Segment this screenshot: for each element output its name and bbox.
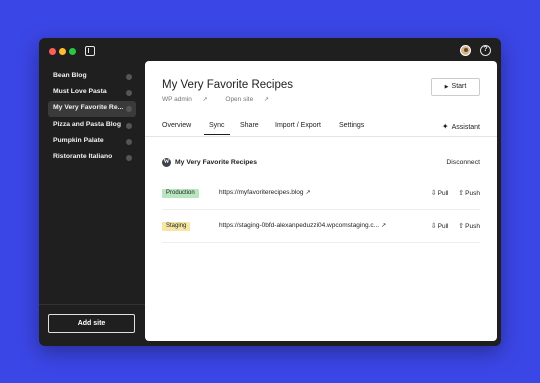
external-link-icon: ↗	[381, 223, 387, 229]
push-label: Push	[465, 190, 480, 197]
page-title: My Very Favorite Recipes	[162, 79, 294, 91]
wp-admin-label: WP admin	[162, 96, 192, 103]
tab-import-export[interactable]: Import / Export	[275, 122, 321, 129]
sparkle-icon: ✦	[441, 122, 449, 131]
environment-row-staging: Staging https://staging-0bfd-alexanpeduz…	[162, 222, 480, 236]
cloud-download-icon: ⇩	[430, 223, 437, 230]
play-icon: ▶	[444, 84, 449, 90]
sidebar-item-pumpkin-palate[interactable]: Pumpkin Palate	[48, 134, 136, 150]
connected-site-label: My Very Favorite Recipes	[175, 159, 257, 166]
close-window-button[interactable]	[49, 48, 56, 55]
sidebar-item-label: Must Love Pasta	[53, 88, 107, 95]
tab-sync[interactable]: Sync	[204, 122, 230, 135]
environment-row-production: Production https://myfavoriterecipes.blo…	[162, 189, 480, 203]
main-panel: My Very Favorite Recipes WP admin ↗ Open…	[145, 61, 497, 341]
start-button[interactable]: ▶ Start	[431, 78, 480, 96]
sidebar-item-label: Pumpkin Palate	[53, 137, 104, 144]
environment-actions: ⇩Pull ⇧Push	[423, 222, 480, 230]
tabs-divider	[145, 136, 497, 137]
open-site-label: Open site	[225, 96, 254, 103]
wp-admin-link[interactable]: WP admin ↗	[162, 96, 216, 103]
environment-actions: ⇩Pull ⇧Push	[423, 189, 480, 197]
sidebar: Bean Blog Must Love Pasta My Very Favori…	[39, 64, 145, 346]
help-icon[interactable]: ?	[480, 45, 491, 56]
avatar[interactable]	[460, 45, 471, 56]
pull-label: Pull	[437, 223, 449, 230]
tab-settings[interactable]: Settings	[339, 122, 364, 129]
sidebar-item-label: Pizza and Pasta Blog	[53, 121, 121, 128]
push-button[interactable]: ⇧Push	[458, 223, 480, 230]
sidebar-item-must-love-pasta[interactable]: Must Love Pasta	[48, 85, 136, 101]
assistant-button[interactable]: ✦ Assistant	[442, 122, 480, 131]
site-status-dot	[126, 155, 132, 161]
external-link-icon: ↗	[305, 190, 311, 196]
sidebar-item-label: My Very Favorite Re...	[53, 104, 124, 111]
tab-share[interactable]: Share	[240, 122, 259, 129]
environment-badge: Production	[162, 189, 199, 198]
wordpress-icon: W	[162, 158, 171, 167]
environment-badge: Staging	[162, 222, 191, 231]
site-status-dot	[126, 123, 132, 129]
sidebar-item-ristorante-italiano[interactable]: Ristorante Italiano	[48, 150, 136, 166]
minimize-window-button[interactable]	[59, 48, 66, 55]
row-divider	[162, 242, 480, 243]
add-site-button[interactable]: Add site	[48, 314, 135, 333]
start-label: Start	[451, 83, 467, 90]
cloud-download-icon: ⇩	[430, 190, 437, 197]
assistant-label: Assistant	[451, 124, 480, 131]
environment-url: https://staging-0bfd-alexanpeduzzi04.wpc…	[219, 222, 380, 229]
site-status-dot	[126, 139, 132, 145]
site-status-dot	[126, 90, 132, 96]
sidebar-toggle-icon[interactable]	[85, 46, 95, 56]
sidebar-item-label: Bean Blog	[53, 72, 87, 79]
external-link-icon: ↗	[262, 97, 269, 103]
external-link-icon: ↗	[200, 97, 208, 103]
app-window: ? Bean Blog Must Love Pasta My Very Favo…	[39, 38, 501, 346]
sidebar-item-pizza-and-pasta-blog[interactable]: Pizza and Pasta Blog	[48, 118, 136, 134]
environment-url-link[interactable]: https://staging-0bfd-alexanpeduzzi04.wpc…	[219, 222, 386, 229]
site-status-dot	[126, 106, 132, 112]
open-site-link[interactable]: Open site ↗	[225, 96, 277, 103]
tab-overview[interactable]: Overview	[162, 122, 191, 129]
site-status-dot	[126, 74, 132, 80]
site-links: WP admin ↗ Open site ↗	[162, 96, 285, 103]
pull-button[interactable]: ⇩Pull	[431, 223, 449, 230]
sidebar-item-bean-blog[interactable]: Bean Blog	[48, 69, 136, 85]
cloud-upload-icon: ⇧	[458, 223, 465, 230]
pull-button[interactable]: ⇩Pull	[431, 190, 449, 197]
sidebar-item-label: Ristorante Italiano	[53, 153, 113, 160]
disconnect-button[interactable]: Disconnect	[446, 159, 480, 166]
environment-url-link[interactable]: https://myfavoriterecipes.blog ↗	[219, 189, 311, 196]
row-divider	[162, 209, 480, 210]
environment-url: https://myfavoriterecipes.blog	[219, 189, 304, 196]
cloud-upload-icon: ⇧	[458, 190, 465, 197]
sidebar-divider	[39, 304, 145, 305]
push-label: Push	[465, 223, 480, 230]
pull-label: Pull	[437, 190, 449, 197]
push-button[interactable]: ⇧Push	[458, 190, 480, 197]
zoom-window-button[interactable]	[69, 48, 76, 55]
connected-site-row: W My Very Favorite Recipes Disconnect	[162, 158, 480, 170]
sidebar-item-my-very-favorite-recipes[interactable]: My Very Favorite Re...	[48, 101, 136, 117]
tab-bar: Overview Sync Share Import / Export Sett…	[162, 119, 480, 136]
